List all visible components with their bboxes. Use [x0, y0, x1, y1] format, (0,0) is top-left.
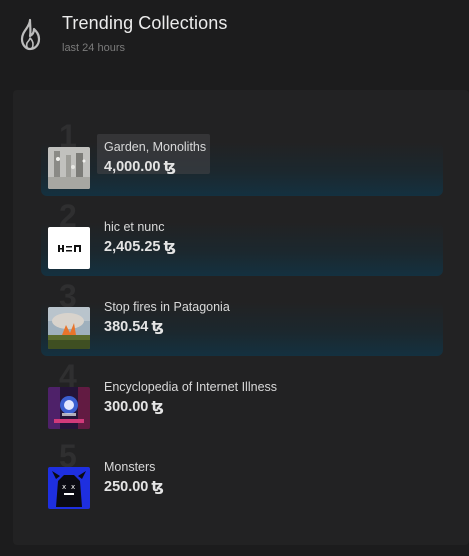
collection-row-1[interactable]: 1 Garden, Monoliths 4,000.00 ꜩ: [41, 120, 443, 196]
collection-name[interactable]: hic et nunc: [104, 220, 164, 234]
collection-thumbnail[interactable]: [48, 147, 90, 189]
collection-row-2[interactable]: 2 hic et nunc 2,405.25 ꜩ: [41, 200, 443, 276]
collection-name[interactable]: Stop fires in Patagonia: [104, 300, 230, 314]
collection-name[interactable]: Garden, Monoliths: [104, 140, 206, 154]
collection-price: 380.54 ꜩ: [104, 319, 164, 335]
collection-price: 2,405.25 ꜩ: [104, 239, 176, 255]
price-value: 380.54: [104, 319, 149, 335]
tezos-icon: ꜩ: [163, 159, 176, 175]
header: Trending Collections last 24 hours: [0, 0, 469, 70]
price-value: 4,000.00: [104, 159, 161, 175]
page-title: Trending Collections: [62, 13, 228, 33]
page-subtitle: last 24 hours: [62, 42, 125, 54]
collection-row-5[interactable]: 5 x x Monsters 250.00 ꜩ: [41, 440, 443, 516]
collection-thumbnail[interactable]: [48, 387, 90, 429]
svg-text:x: x: [71, 483, 75, 491]
price-value: 250.00: [104, 479, 149, 495]
collection-price: 250.00 ꜩ: [104, 479, 164, 495]
collection-name[interactable]: Encyclopedia of Internet Illness: [104, 380, 277, 394]
collection-price: 300.00 ꜩ: [104, 399, 164, 415]
price-value: 2,405.25: [104, 239, 161, 255]
tezos-icon: ꜩ: [163, 239, 176, 255]
collection-row-4[interactable]: 4 Encyclopedia of Internet Illness 300.0…: [41, 360, 443, 436]
svg-text:x: x: [62, 483, 66, 491]
collection-name[interactable]: Monsters: [104, 460, 155, 474]
flame-icon: [20, 18, 41, 51]
trending-list-panel: 1 Garden, Monoliths 4,000.00 ꜩ 2 hic et …: [13, 90, 469, 545]
collection-thumbnail[interactable]: x x: [48, 467, 90, 509]
collection-thumbnail[interactable]: [48, 307, 90, 349]
collection-row-3[interactable]: 3 Stop fires in Patagonia 380.54 ꜩ: [41, 280, 443, 356]
price-value: 300.00: [104, 399, 149, 415]
tezos-icon: ꜩ: [151, 319, 164, 335]
tezos-icon: ꜩ: [151, 479, 164, 495]
tezos-icon: ꜩ: [151, 399, 164, 415]
collection-price: 4,000.00 ꜩ: [104, 159, 176, 175]
collection-thumbnail[interactable]: [48, 227, 90, 269]
